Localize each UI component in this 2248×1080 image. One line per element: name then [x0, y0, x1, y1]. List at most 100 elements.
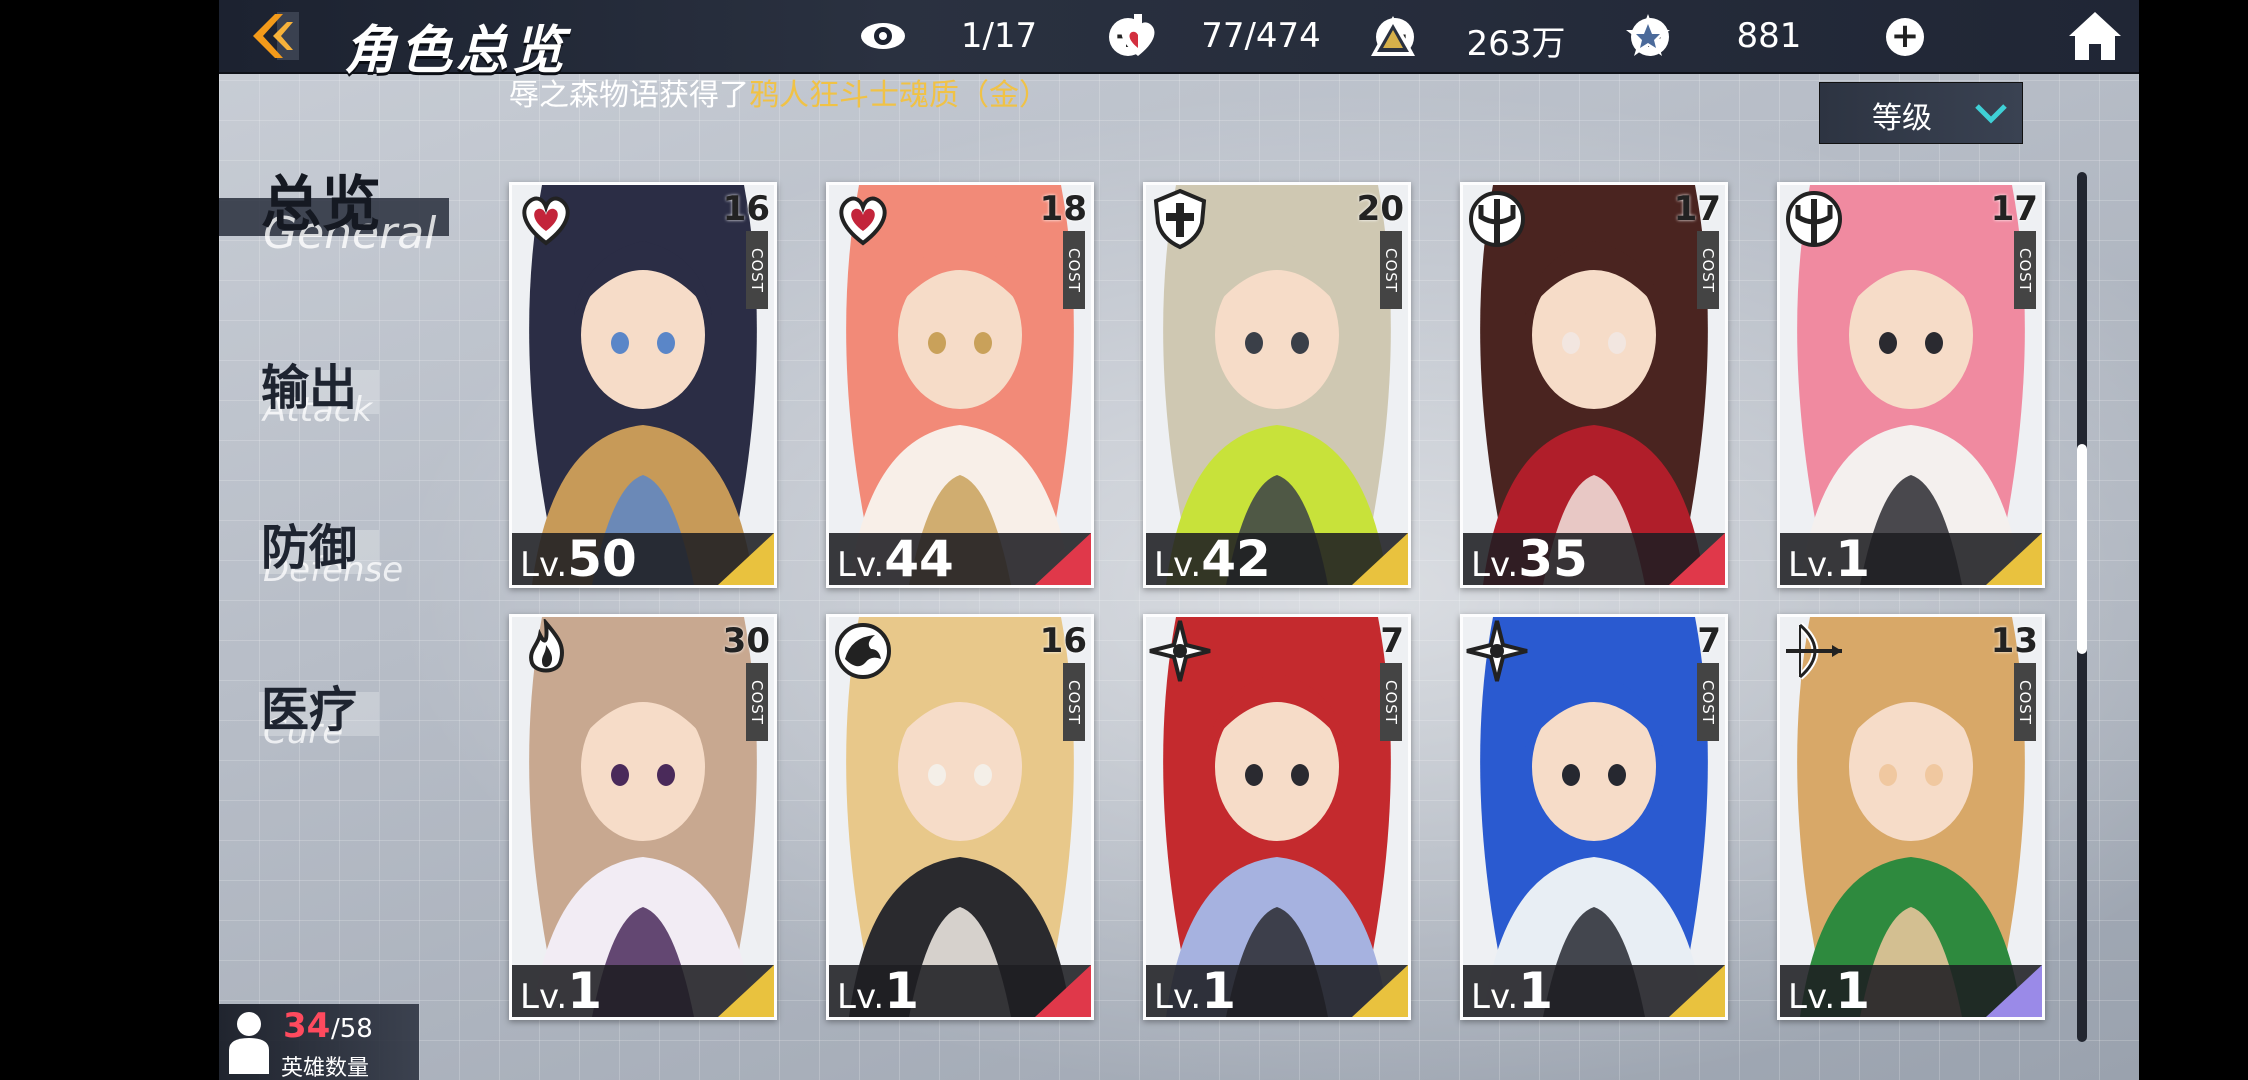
level-prefix: Lv. — [520, 977, 568, 1017]
level-value: 1 — [567, 962, 603, 1020]
rarity-corner — [718, 965, 774, 1017]
eye-icon — [861, 23, 905, 49]
back-button[interactable] — [239, 8, 309, 64]
character-card[interactable]: 20 COST Lv.42 — [1143, 182, 1411, 588]
announcement-ticker: 辱之森物语获得了鸦人狂斗士魂质（金） — [509, 74, 1049, 118]
scrollbar[interactable] — [2077, 172, 2087, 1042]
level-bar: Lv.1 — [1780, 965, 2042, 1017]
level-bar: Lv.1 — [1463, 965, 1725, 1017]
level-prefix: Lv. — [837, 977, 885, 1017]
cost-label: COST — [1063, 663, 1085, 741]
cost-value: 7 — [1380, 621, 1404, 661]
sort-dropdown[interactable]: 等级 — [1819, 82, 2023, 144]
level-value: 1 — [1201, 962, 1237, 1020]
chevron-down-icon — [1975, 104, 2007, 124]
level-bar: Lv.35 — [1463, 533, 1725, 585]
sort-label: 等级 — [1872, 101, 1932, 136]
cost-value: 16 — [722, 189, 770, 229]
level-text: Lv.44 — [837, 533, 954, 585]
ticker-highlight: 鸦人狂斗士魂质（金） — [749, 78, 1049, 113]
level-text: Lv.1 — [520, 965, 602, 1017]
trident-class-icon — [1786, 191, 1842, 247]
resource-crystal: 881 + — [1624, 12, 1944, 60]
cost-value: 30 — [722, 621, 770, 661]
level-value: 35 — [1518, 530, 1588, 588]
back-arrow-icon — [253, 12, 299, 60]
level-text: Lv.1 — [837, 965, 919, 1017]
level-bar: Lv.1 — [1146, 965, 1408, 1017]
rarity-corner — [1669, 965, 1725, 1017]
character-card[interactable]: 7 COST Lv.1 — [1460, 614, 1728, 1020]
rarity-corner — [1352, 533, 1408, 585]
level-text: Lv.1 — [1788, 965, 1870, 1017]
character-card[interactable]: 17 COST Lv.35 — [1460, 182, 1728, 588]
tab-defense-zh: 防御 — [261, 520, 358, 576]
hero-count-current: 34 — [283, 1006, 331, 1046]
level-text: Lv.42 — [1154, 533, 1271, 585]
level-prefix: Lv. — [1154, 977, 1202, 1017]
cost-value: 16 — [1039, 621, 1087, 661]
cost-value: 17 — [1990, 189, 2038, 229]
cost-value: 7 — [1697, 621, 1721, 661]
page-title: 角色总览 — [344, 21, 569, 81]
shuriken-class-icon — [1149, 620, 1211, 682]
level-value: 42 — [1201, 530, 1271, 588]
person-icon — [229, 1012, 269, 1074]
add-crystal-button[interactable]: + — [1886, 18, 1924, 56]
gold-pyramid-icon — [1371, 16, 1415, 56]
rarity-corner — [1986, 533, 2042, 585]
cost-value: 17 — [1673, 189, 1721, 229]
hero-count-panel: 34 /58 英雄数量 — [219, 1004, 419, 1080]
heart-class-icon — [839, 196, 887, 246]
top-bar: 角色总览 1/17 + 77/474 + — [219, 0, 2139, 81]
cost-value: 20 — [1356, 189, 1404, 229]
character-card[interactable]: 30 COST Lv.1 — [509, 614, 777, 1020]
level-value: 1 — [1518, 962, 1554, 1020]
level-bar: Lv.44 — [829, 533, 1091, 585]
gold-value: 263万 — [1466, 24, 1566, 64]
cost-value: 18 — [1039, 189, 1087, 229]
cost-label: COST — [2014, 663, 2036, 741]
cost-label: COST — [1380, 663, 1402, 741]
level-value: 44 — [884, 530, 954, 588]
cost-label: COST — [1697, 231, 1719, 309]
rarity-corner — [1669, 533, 1725, 585]
level-text: Lv.50 — [520, 533, 637, 585]
tab-cure[interactable]: Cure 医疗 — [219, 662, 449, 772]
cost-label: COST — [2014, 231, 2036, 309]
level-text: Lv.1 — [1154, 965, 1236, 1017]
character-card[interactable]: 16 COST Lv.1 — [826, 614, 1094, 1020]
level-text: Lv.1 — [1788, 533, 1870, 585]
level-bar: Lv.1 — [512, 965, 774, 1017]
cost-label: COST — [1697, 663, 1719, 741]
tab-cure-zh: 医疗 — [261, 682, 358, 738]
tab-general-zh: 总览 — [261, 170, 381, 240]
game-screen: 角色总览 1/17 + 77/474 + — [219, 0, 2139, 1080]
shield-class-icon — [1153, 188, 1207, 250]
ticker-text: 辱之森物语获得了 — [509, 78, 749, 113]
dragon-class-icon — [835, 623, 891, 679]
tab-attack[interactable]: Attack 输出 — [219, 340, 449, 450]
tab-attack-zh: 输出 — [261, 360, 358, 416]
tab-defense[interactable]: Defense 防御 — [219, 500, 449, 610]
home-icon[interactable] — [2067, 10, 2123, 62]
views-value: 1/17 — [960, 16, 1038, 56]
hero-count-label: 英雄数量 — [281, 1056, 370, 1080]
character-card[interactable]: 13 COST Lv.1 — [1777, 614, 2045, 1020]
character-card[interactable]: 17 COST Lv.1 — [1777, 182, 2045, 588]
trident-class-icon — [1469, 191, 1525, 247]
character-card[interactable]: 16 COST Lv.50 — [509, 182, 777, 588]
scrollbar-thumb[interactable] — [2077, 444, 2087, 654]
level-value: 1 — [1835, 530, 1871, 588]
tab-general[interactable]: General 总览 — [219, 150, 449, 260]
character-card[interactable]: 18 COST Lv.44 — [826, 182, 1094, 588]
rarity-corner — [1035, 965, 1091, 1017]
cost-label: COST — [746, 663, 768, 741]
level-prefix: Lv. — [837, 545, 885, 585]
level-bar: Lv.50 — [512, 533, 774, 585]
level-bar: Lv.42 — [1146, 533, 1408, 585]
character-card[interactable]: 7 COST Lv.1 — [1143, 614, 1411, 1020]
bow-class-icon — [1786, 622, 1842, 680]
level-value: 1 — [884, 962, 920, 1020]
stamina-value: 77/474 — [1201, 16, 1321, 56]
